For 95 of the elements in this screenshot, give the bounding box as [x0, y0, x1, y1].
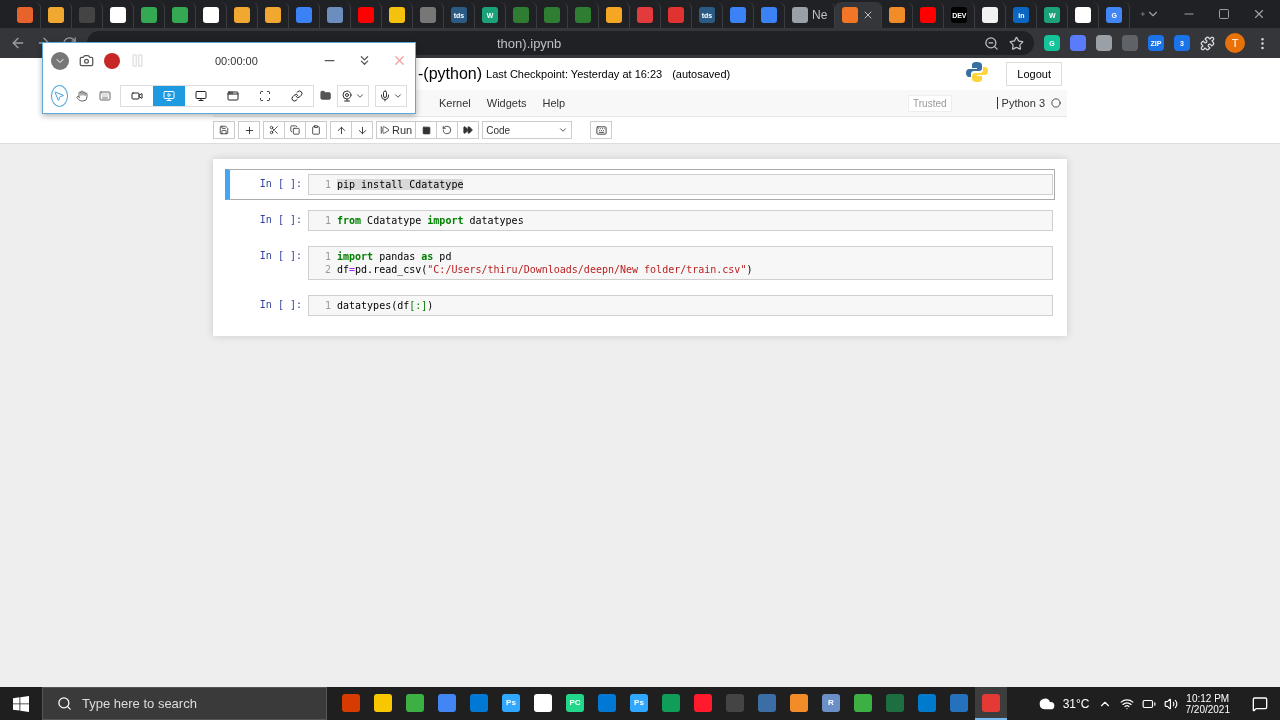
restart-icon — [442, 125, 453, 135]
monitor-icon — [194, 89, 207, 102]
extensions-icon[interactable] — [1200, 35, 1215, 51]
search-field[interactable]: Type here to search — [42, 687, 327, 720]
checkpoint-text: Last Checkpoint: Yesterday at 16:23 — [486, 68, 663, 80]
keyboard-icon — [595, 124, 607, 136]
code-line: df=pd.read_csv("C:/Users/thiru/Downloads/deepn/New folder/train.csv") — [337, 264, 753, 275]
code-line: from Cdatatype import datatypes — [337, 215, 524, 226]
maximize-icon[interactable] — [1218, 8, 1230, 20]
video-icon — [130, 89, 143, 102]
close-icon[interactable] — [1252, 7, 1266, 21]
run-all-button[interactable] — [457, 121, 480, 139]
keyboard-icon — [99, 89, 112, 102]
webcam-icon — [341, 89, 353, 102]
screen-icon — [162, 89, 175, 102]
bookmark-star-icon[interactable] — [1009, 35, 1024, 51]
camera-icon[interactable] — [79, 53, 94, 68]
code-editor[interactable]: 1 import pandas as pd 2 df=pd.read_csv("C:/Users/thiru/Downloads/deepn/New folder/train.csv") — [308, 246, 1053, 280]
app-icon: Ps — [502, 693, 520, 712]
fast-forward-icon — [463, 125, 474, 135]
microphone-dropdown[interactable] — [375, 84, 407, 107]
input-prompt: In [ ]: — [258, 213, 303, 225]
notebook-cell[interactable]: In [ ]: 1 import pandas as pd 2 df=pd.read_csv("C:/Users/thiru/Downloads/deepn/New folder/train.csv") — [225, 241, 1055, 285]
code-editor[interactable]: 1 from Cdatatype import datatypes — [308, 210, 1053, 231]
scissors-icon — [269, 125, 279, 135]
plus-icon — [243, 124, 255, 136]
input-prompt: In [ ]: — [258, 177, 303, 189]
link-icon — [290, 89, 303, 102]
stop-button[interactable] — [415, 121, 438, 139]
line-number: 2 — [323, 264, 332, 275]
app-icon: PC — [566, 693, 584, 712]
kernel-name[interactable]: Python 3 — [996, 97, 1045, 109]
add-cell-button[interactable] — [238, 121, 260, 139]
kernel-idle-icon — [1051, 98, 1061, 108]
extension-icon[interactable] — [1096, 35, 1112, 51]
folder-icon[interactable] — [319, 88, 331, 103]
line-number: 1 — [323, 251, 332, 262]
stop-icon — [421, 125, 431, 135]
copy-icon — [290, 125, 300, 135]
webcam-dropdown[interactable] — [337, 84, 369, 107]
code-editor[interactable]: 1 datatypes(df[:]) — [308, 295, 1053, 316]
app-icon: R — [822, 693, 840, 712]
cell-type-select[interactable]: Code — [482, 121, 573, 139]
line-number: 1 — [323, 300, 332, 311]
dropdown-button[interactable] — [51, 51, 69, 70]
window-icon — [226, 89, 239, 102]
save-button[interactable] — [213, 121, 235, 139]
notebook-cell[interactable]: In [ ]: 1 pip install Cdatatype — [225, 169, 1055, 200]
code-editor[interactable]: 1 pip install Cdatatype — [308, 174, 1053, 195]
volume-icon[interactable] — [1163, 696, 1178, 711]
move-up-button[interactable] — [330, 121, 352, 139]
step-forward-icon — [380, 125, 390, 135]
keyboard-shortcuts-button[interactable] — [590, 121, 613, 139]
microphone-icon — [379, 89, 391, 102]
logout-button[interactable]: Logout — [1006, 62, 1062, 86]
cut-button[interactable] — [263, 121, 285, 139]
notebook-title[interactable]: -(python) — [418, 65, 483, 83]
run-button[interactable]: Run — [376, 121, 417, 139]
clipboard-icon — [311, 125, 321, 135]
input-prompt: In [ ]: — [258, 249, 303, 261]
code-line: datatypes(df[:]) — [337, 300, 434, 311]
menu-item[interactable]: Kernel — [431, 97, 479, 109]
copy-button[interactable] — [284, 121, 306, 139]
cursor-icon — [53, 89, 66, 102]
windows-logo-icon — [13, 695, 29, 712]
zoom-icon[interactable] — [984, 35, 999, 51]
notebook-cell[interactable]: In [ ]: 1 datatypes(df[:]) — [225, 290, 1055, 321]
notifications-icon[interactable] — [1252, 695, 1268, 712]
clock[interactable]: 10:12 PM 7/20/2021 — [1185, 692, 1230, 715]
code-line: import pandas as pd — [337, 251, 452, 262]
app-icon: Ps — [630, 693, 648, 712]
arrow-down-icon — [356, 124, 368, 136]
fullscreen-icon — [258, 89, 271, 102]
restart-button[interactable] — [436, 121, 459, 139]
temperature-text[interactable]: 31°C — [1062, 696, 1090, 711]
wifi-icon[interactable] — [1119, 696, 1134, 711]
arrow-up-icon — [335, 124, 347, 136]
record-button[interactable] — [104, 52, 120, 69]
browser-tab[interactable] — [835, 2, 883, 28]
autosave-status: (autosaved) — [672, 68, 731, 80]
save-icon — [219, 125, 229, 135]
input-prompt: In [ ]: — [258, 298, 303, 310]
line-number: 1 — [323, 215, 332, 226]
recording-timer: 00:00:00 — [215, 54, 258, 67]
move-down-button[interactable] — [351, 121, 373, 139]
back-icon[interactable] — [10, 35, 26, 51]
hand-icon — [76, 89, 89, 102]
menu-item[interactable]: Help — [534, 97, 574, 109]
notebook-cell[interactable]: In [ ]: 1 from Cdatatype import datatypes — [225, 205, 1055, 236]
menu-item[interactable]: Widgets — [478, 97, 535, 109]
search-icon — [57, 696, 72, 711]
python-logo-icon — [966, 61, 989, 83]
paste-button[interactable] — [305, 121, 327, 139]
chevron-down-icon — [558, 125, 569, 135]
line-number: 1 — [323, 179, 332, 190]
